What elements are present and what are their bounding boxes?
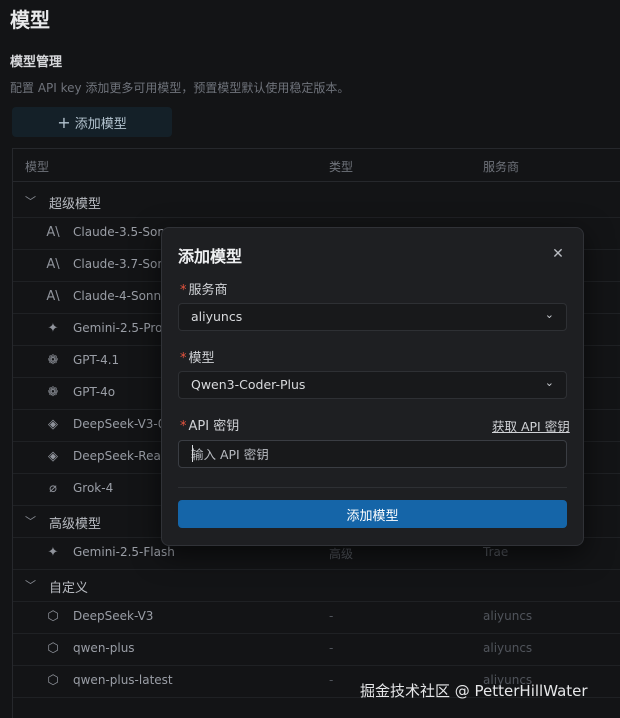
page-title: 模型 <box>10 8 50 32</box>
deepseek-icon: ◈ <box>48 417 58 432</box>
header-type: 类型 <box>329 160 354 174</box>
group-label: 高级模型 <box>49 517 102 532</box>
required-mark: * <box>180 419 187 434</box>
model-select[interactable]: Qwen3-Coder-Plus ⌄ <box>178 371 567 399</box>
model-name: GPT-4o <box>73 385 116 399</box>
add-model-dialog: 添加模型 ✕ * 服务商 aliyuncs ⌄ * 模型 Qwen3-Coder-P… <box>161 227 584 546</box>
chevron-down-icon[interactable]: ﹀ <box>25 193 36 209</box>
model-type: 高级 <box>329 547 354 561</box>
model-name: Grok-4 <box>73 481 114 495</box>
model-type: - <box>329 673 334 687</box>
provider-label: * 服务商 <box>180 283 228 298</box>
group-label: 自定义 <box>49 581 89 596</box>
anthropic-icon: A\ <box>46 225 60 240</box>
api-key-input[interactable] <box>178 440 567 468</box>
required-mark: * <box>180 283 187 298</box>
gemini-icon: ✦ <box>47 545 59 560</box>
get-api-key-link[interactable]: 获取 API 密钥 <box>492 416 570 435</box>
header-model: 模型 <box>25 160 50 174</box>
chevron-down-icon: ⌄ <box>544 308 554 321</box>
model-type: - <box>329 609 334 623</box>
submit-add-model-button[interactable]: 添加模型 <box>178 500 567 528</box>
model-name: Gemini-2.5-Flash <box>73 545 175 559</box>
add-model-button-label: 添加模型 <box>74 116 127 132</box>
header-provider: 服务商 <box>483 160 520 174</box>
deepseek-icon: ◈ <box>48 449 58 464</box>
watermark: 掘金技术社区 @ PetterHillWater <box>360 682 588 700</box>
provider-select[interactable]: aliyuncs ⌄ <box>178 303 567 331</box>
model-provider: Trae <box>483 545 509 559</box>
text-caret <box>192 445 193 462</box>
add-model-button[interactable]: + 添加模型 <box>12 107 172 137</box>
app-page: 模型 模型管理 配置 API key 添加更多可用模型，预置模型默认使用稳定版本… <box>0 0 620 718</box>
openai-icon: ❁ <box>47 385 59 400</box>
model-name: GPT-4.1 <box>73 353 120 367</box>
chevron-down-icon[interactable]: ﹀ <box>25 513 36 529</box>
chevron-down-icon: ⌄ <box>544 376 554 389</box>
model-name: qwen-plus-latest <box>73 673 173 687</box>
cube-icon: ⬡ <box>47 673 59 688</box>
model-name: Claude-4-Sonnet <box>73 289 174 303</box>
group-label: 超级模型 <box>49 197 102 212</box>
close-icon[interactable]: ✕ <box>550 246 566 262</box>
table-row[interactable]: ⬡ qwen-plus - aliyuncs <box>13 633 620 666</box>
model-select-value: Qwen3-Coder-Plus <box>191 377 306 392</box>
model-name: Gemini-2.5-Pro <box>73 321 163 335</box>
provider-select-value: aliyuncs <box>191 309 243 324</box>
dialog-divider <box>178 487 567 488</box>
model-provider: aliyuncs <box>483 641 533 655</box>
openai-icon: ❁ <box>47 353 59 368</box>
anthropic-icon: A\ <box>46 289 60 304</box>
required-mark: * <box>180 351 187 366</box>
model-type: - <box>329 641 334 655</box>
api-key-label: * API 密钥 <box>180 419 240 434</box>
group-row[interactable]: ﹀ 自定义 <box>13 569 620 602</box>
group-row[interactable]: ﹀ 超级模型 <box>13 185 620 218</box>
plus-icon: + <box>57 112 71 132</box>
model-name: qwen-plus <box>73 641 135 655</box>
model-label: * 模型 <box>180 351 215 366</box>
table-row[interactable]: ⬡ DeepSeek-V3 - aliyuncs <box>13 601 620 634</box>
gemini-icon: ✦ <box>47 321 59 336</box>
anthropic-icon: A\ <box>46 257 60 272</box>
cube-icon: ⬡ <box>47 609 59 624</box>
dialog-title: 添加模型 <box>178 247 243 266</box>
grok-icon: ⌀ <box>49 481 57 496</box>
section-title: 模型管理 <box>10 55 63 70</box>
model-provider: aliyuncs <box>483 609 533 623</box>
model-name: DeepSeek-V3 <box>73 609 154 623</box>
table-header: 模型 类型 服务商 <box>13 149 620 182</box>
chevron-down-icon[interactable]: ﹀ <box>25 577 36 593</box>
cube-icon: ⬡ <box>47 641 59 656</box>
section-description: 配置 API key 添加更多可用模型，预置模型默认使用稳定版本。 <box>10 81 350 95</box>
